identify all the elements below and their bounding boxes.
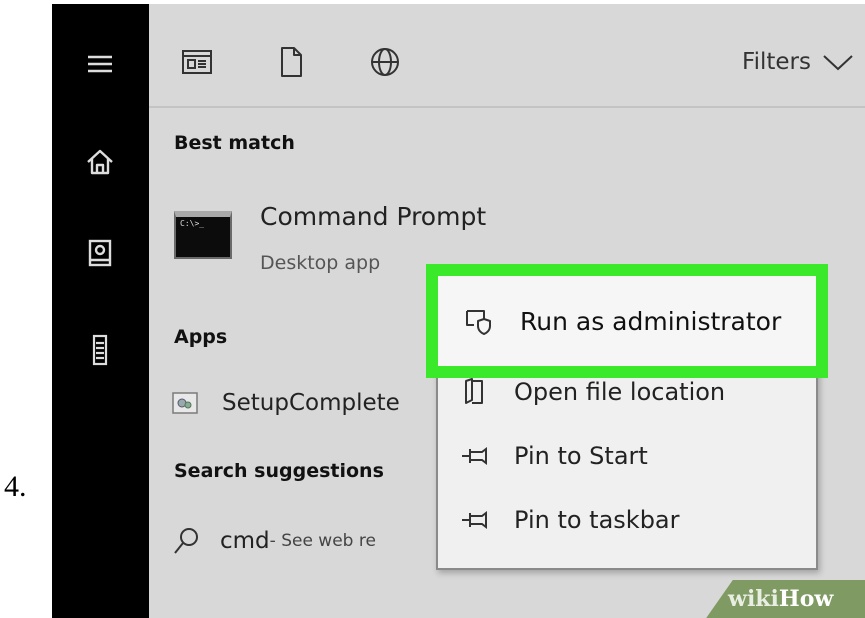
suggestion-hint: - See web re xyxy=(269,531,376,551)
command-prompt-subtitle: Desktop app xyxy=(260,252,381,274)
filters-label: Filters xyxy=(742,49,811,75)
apps-heading: Apps xyxy=(174,326,228,348)
suggestion-query: cmd xyxy=(220,528,270,554)
apps-filter-icon[interactable] xyxy=(179,44,215,80)
command-prompt-icon: C:\>_ xyxy=(174,211,232,259)
menu-item-run-as-administrator[interactable]: Run as administrator xyxy=(426,264,828,378)
home-icon[interactable] xyxy=(82,144,118,180)
filters-dropdown[interactable]: Filters xyxy=(742,44,855,80)
search-suggestion-item[interactable]: cmd - See web re xyxy=(172,526,376,556)
chevron-down-icon xyxy=(823,55,853,71)
folder-icon xyxy=(465,378,483,404)
start-rail xyxy=(52,4,149,618)
search-toolbar: Filters xyxy=(149,4,865,108)
pin-icon xyxy=(462,447,487,465)
menu-item-pin-to-start[interactable]: Pin to Start xyxy=(438,428,816,484)
web-filter-icon[interactable] xyxy=(367,44,403,80)
search-icon xyxy=(174,528,198,554)
menu-item-label: Pin to taskbar xyxy=(514,506,680,534)
setup-complete-label: SetupComplete xyxy=(222,390,400,416)
menu-item-label: Pin to Start xyxy=(514,442,648,470)
shield-icon xyxy=(466,310,491,335)
step-number: 4. xyxy=(4,470,27,503)
documents-icon[interactable] xyxy=(82,236,118,272)
menu-item-label: Run as administrator xyxy=(520,306,782,336)
setup-app-icon xyxy=(172,392,198,414)
document-filter-icon[interactable] xyxy=(273,44,309,80)
hamburger-menu-icon[interactable] xyxy=(82,46,118,82)
menu-item-label: Open file location xyxy=(514,378,726,406)
wikihow-watermark: wikiHow xyxy=(728,586,834,612)
list-item[interactable]: SetupComplete xyxy=(172,388,400,418)
search-suggestions-heading: Search suggestions xyxy=(174,460,384,482)
menu-item-pin-to-taskbar[interactable]: Pin to taskbar xyxy=(438,492,816,548)
command-prompt-title[interactable]: Command Prompt xyxy=(260,202,486,231)
device-icon[interactable] xyxy=(82,332,118,368)
pin-icon xyxy=(462,511,487,529)
best-match-heading: Best match xyxy=(174,132,295,154)
start-search-panel: Filters Best match C:\>_ Command Prompt … xyxy=(52,4,865,618)
